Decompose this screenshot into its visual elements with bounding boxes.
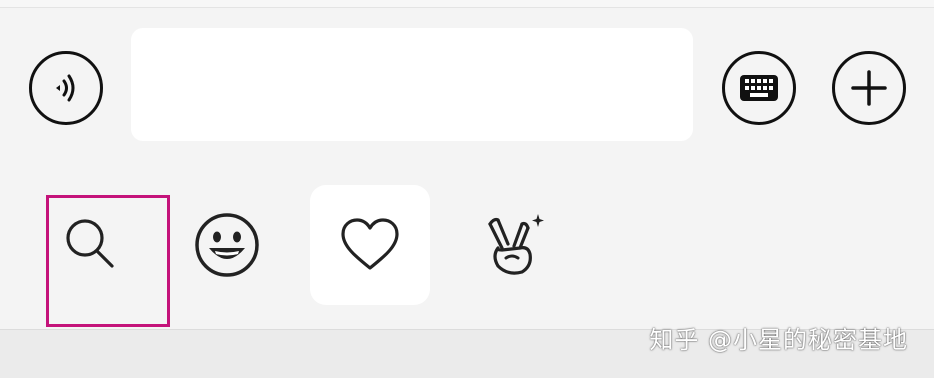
top-divider — [0, 0, 934, 8]
message-input[interactable] — [131, 28, 693, 141]
plus-icon — [851, 70, 887, 106]
tab-stickers[interactable] — [453, 185, 573, 305]
tab-search[interactable] — [30, 185, 150, 305]
victory-hand-sparkle-icon — [488, 214, 544, 275]
add-button[interactable] — [832, 51, 906, 125]
watermark: 知乎 @小星的秘密基地 — [649, 326, 908, 354]
grinning-face-icon — [195, 213, 259, 277]
tab-favorites[interactable] — [310, 185, 430, 305]
voice-input-button[interactable] — [29, 51, 103, 125]
search-icon — [66, 219, 114, 268]
keyboard-button[interactable] — [722, 51, 796, 125]
voice-wave-icon — [56, 74, 75, 102]
heart-icon — [341, 218, 399, 270]
keyboard-icon — [740, 75, 778, 101]
tab-emoji[interactable] — [167, 185, 287, 305]
